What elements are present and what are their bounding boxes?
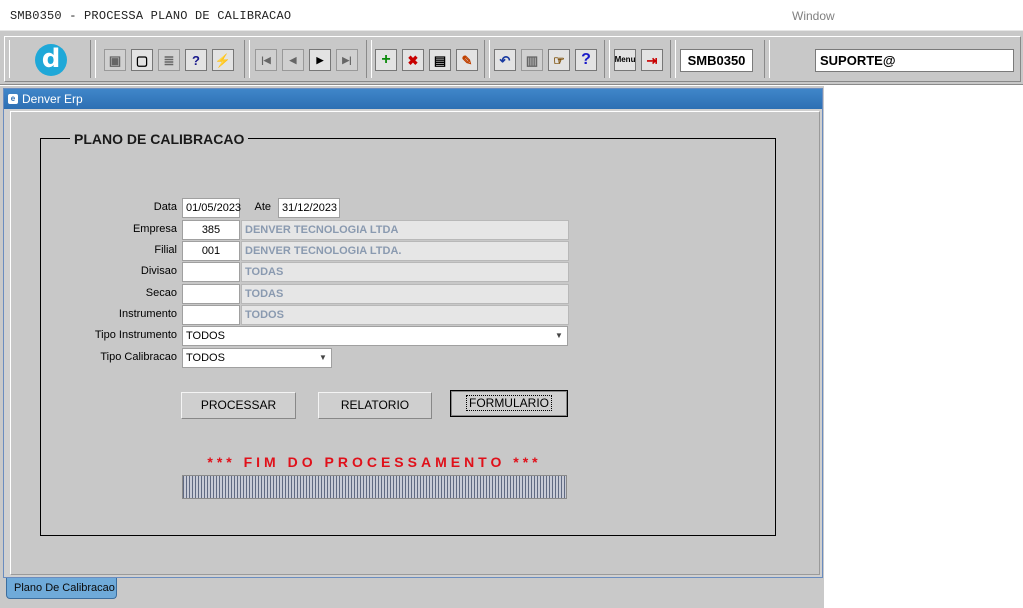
delete-record-icon: ✖: [407, 52, 419, 68]
logo-group: d: [9, 40, 91, 78]
clipboard-button[interactable]: ▥: [521, 49, 543, 71]
list-of-values-button[interactable]: ☞: [548, 49, 570, 71]
first-record-icon: |◀: [261, 54, 271, 65]
relatorio-button[interactable]: RELATORIO: [318, 392, 432, 419]
instrumento-code-input[interactable]: [182, 305, 240, 325]
processar-button[interactable]: PROCESSAR: [181, 392, 296, 419]
secao-name-field: TODAS: [241, 284, 569, 304]
data-to-input[interactable]: 31/12/2023: [278, 198, 340, 218]
list-of-values-icon: ☞: [553, 52, 565, 68]
save-icon: ▣: [108, 52, 122, 68]
undo-button[interactable]: ↶: [494, 49, 516, 71]
menu-button[interactable]: Menu: [614, 49, 636, 71]
inner-window-titlebar[interactable]: e Denver Erp: [4, 89, 822, 109]
user-field: SUPORTE@: [815, 49, 1014, 72]
toolbar: d ▣ ▢ ≣ ? ⚡ |◀ ◀ ▶ ▶| + ✖ ▤ ✎ ↶ ▥ ☞ ? Me…: [0, 30, 1023, 85]
chevron-down-icon[interactable]: ▼: [553, 329, 565, 343]
next-record-icon: ▶: [316, 54, 324, 65]
first-record-button[interactable]: |◀: [255, 49, 277, 71]
empresa-code-input[interactable]: 385: [182, 220, 240, 240]
secao-code-input[interactable]: [182, 284, 240, 304]
clipboard-icon: ▥: [525, 52, 539, 68]
form-code-field: SMB0350: [680, 49, 753, 72]
status-message: *** FIM DO PROCESSAMENTO ***: [207, 454, 542, 470]
window-title: SMB0350 - PROCESSA PLANO DE CALIBRACAO: [10, 9, 292, 23]
divisao-label: Divisao: [140, 265, 177, 277]
chevron-down-icon[interactable]: ▼: [317, 351, 329, 365]
formulario-button[interactable]: FORMULARIO: [450, 390, 568, 417]
progress-bar: [182, 475, 567, 499]
empresa-name-field: DENVER TECNOLOGIA LTDA: [241, 220, 569, 240]
divisao-code-input[interactable]: [182, 262, 240, 282]
empresa-label: Empresa: [132, 223, 177, 235]
help-button[interactable]: ?: [575, 49, 597, 71]
data-from-input[interactable]: 01/05/2023: [182, 198, 241, 218]
last-record-button[interactable]: ▶|: [336, 49, 358, 71]
help-icon: ?: [581, 51, 591, 68]
edit-button[interactable]: ✎: [456, 49, 478, 71]
tipo-calibracao-value: TODOS: [186, 352, 225, 364]
previous-record-icon: ◀: [289, 54, 297, 65]
divisao-name-field: TODAS: [241, 262, 569, 282]
window-menu[interactable]: Window: [792, 9, 835, 23]
menu-icon: Menu: [614, 55, 636, 64]
exit-button[interactable]: ⇥: [641, 49, 663, 71]
tab-plano-de-calibracao[interactable]: Plano De Calibracao: [6, 578, 117, 599]
next-record-button[interactable]: ▶: [309, 49, 331, 71]
print-button[interactable]: ≣: [158, 49, 180, 71]
tipo-calibracao-label: Tipo Calibracao: [100, 351, 177, 363]
print-preview-icon: ▢: [135, 52, 149, 68]
undo-icon: ↶: [499, 52, 511, 68]
last-record-icon: ▶|: [342, 54, 352, 65]
clear-record-icon: ▤: [433, 52, 447, 68]
tipo-instrumento-select[interactable]: TODOS ▼: [182, 326, 568, 346]
instrumento-label: Instrumento: [118, 308, 177, 320]
secao-label: Secao: [145, 287, 177, 299]
data-label: Data: [153, 201, 177, 213]
insert-record-button[interactable]: +: [375, 49, 397, 71]
tipo-calibracao-select[interactable]: TODOS ▼: [182, 348, 332, 368]
window-icon: e: [8, 94, 18, 104]
empty-workspace: [824, 86, 1023, 608]
filial-name-field: DENVER TECNOLOGIA LTDA.: [241, 241, 569, 261]
app-logo: d: [35, 44, 67, 76]
insert-record-icon: +: [381, 51, 391, 68]
enter-query-button[interactable]: ?: [185, 49, 207, 71]
exit-icon: ⇥: [646, 52, 658, 68]
tipo-instrumento-value: TODOS: [186, 330, 225, 342]
query-help-icon: ?: [192, 52, 200, 68]
print-icon: ≣: [163, 52, 175, 68]
execute-query-button[interactable]: ⚡: [212, 49, 234, 71]
filial-code-input[interactable]: 001: [182, 241, 240, 261]
formulario-button-label: FORMULARIO: [465, 395, 552, 411]
filial-label: Filial: [154, 244, 177, 256]
instrumento-name-field: TODOS: [241, 305, 569, 325]
title-bar: SMB0350 - PROCESSA PLANO DE CALIBRACAO W…: [0, 0, 1023, 30]
previous-record-button[interactable]: ◀: [282, 49, 304, 71]
save-button[interactable]: ▣: [104, 49, 126, 71]
tipo-instrumento-label: Tipo Instrumento: [94, 329, 177, 341]
ate-label: Ate: [254, 201, 271, 213]
frame-title: PLANO DE CALIBRACAO: [70, 131, 249, 147]
inner-window-title: Denver Erp: [22, 92, 83, 106]
print-preview-button[interactable]: ▢: [131, 49, 153, 71]
execute-query-icon: ⚡: [214, 52, 232, 68]
clear-record-button[interactable]: ▤: [429, 49, 451, 71]
edit-icon: ✎: [461, 52, 473, 68]
delete-record-button[interactable]: ✖: [402, 49, 424, 71]
